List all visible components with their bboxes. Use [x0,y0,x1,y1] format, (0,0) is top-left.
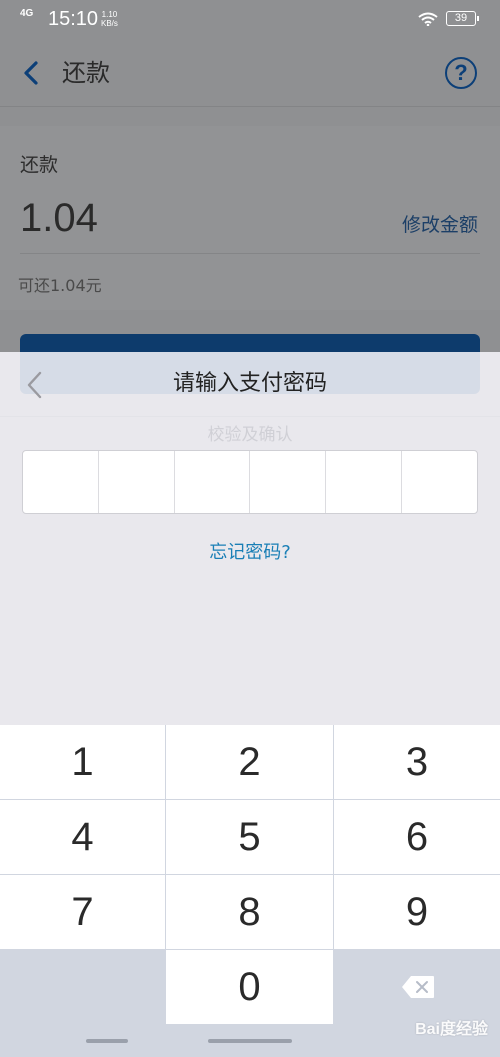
password-digit-6 [402,451,477,513]
password-digit-3 [175,451,251,513]
key-1[interactable]: 1 [0,725,165,799]
key-2[interactable]: 2 [166,725,333,799]
home-indicator-center [208,1039,292,1043]
key-0[interactable]: 0 [166,950,333,1024]
status-bar: 4G 15:10 1.10 KB/s 39 [0,0,500,40]
available-amount: 可还1.04元 [18,276,102,295]
speed-value: 1.10 [101,10,118,19]
divider [20,253,480,254]
numeric-keypad: 1 2 3 4 5 6 7 8 9 0 Bai度经验 [0,725,500,1057]
home-indicator-left [86,1039,128,1043]
forgot-password-link[interactable]: 忘记密码? [0,538,500,564]
nav-bar: 还款 ? [0,40,500,107]
speed-unit: KB/s [101,19,118,28]
delete-key[interactable] [334,950,500,1024]
sheet-title: 请输入支付密码 [172,371,327,396]
key-9[interactable]: 9 [334,875,500,949]
password-digit-5 [326,451,403,513]
wifi-icon [418,12,438,26]
key-4[interactable]: 4 [0,800,165,874]
network-indicator: 4G [20,9,33,19]
key-6[interactable]: 6 [334,800,500,874]
help-icon[interactable]: ? [445,57,477,89]
key-7[interactable]: 7 [0,875,165,949]
watermark-logo: Bai度经验 [415,1021,488,1038]
key-5[interactable]: 5 [166,800,333,874]
status-time: 15:10 [48,8,99,30]
key-3[interactable]: 3 [334,725,500,799]
edit-amount-link[interactable]: 修改金额 [402,210,478,237]
battery-level: 39 [454,12,468,24]
network-speed: 1.10 KB/s [101,10,118,28]
password-digit-1 [23,451,99,513]
repayment-form: 还款 1.04 修改金额 可还1.04元 [0,126,500,310]
background-agreement-text: 校验及确认 [207,425,293,445]
sheet-header: 请输入支付密码 [0,352,500,417]
page-title: 还款 [62,59,110,87]
password-digit-4 [250,451,327,513]
key-8[interactable]: 8 [166,875,333,949]
backspace-icon [402,976,434,998]
back-icon[interactable] [18,56,46,90]
amount-value: 1.04 [20,196,98,240]
password-input[interactable] [22,450,478,514]
battery-icon: 39 [446,11,479,26]
network-type: 4G [20,8,34,19]
amount-label: 还款 [20,154,59,176]
password-digit-2 [99,451,175,513]
